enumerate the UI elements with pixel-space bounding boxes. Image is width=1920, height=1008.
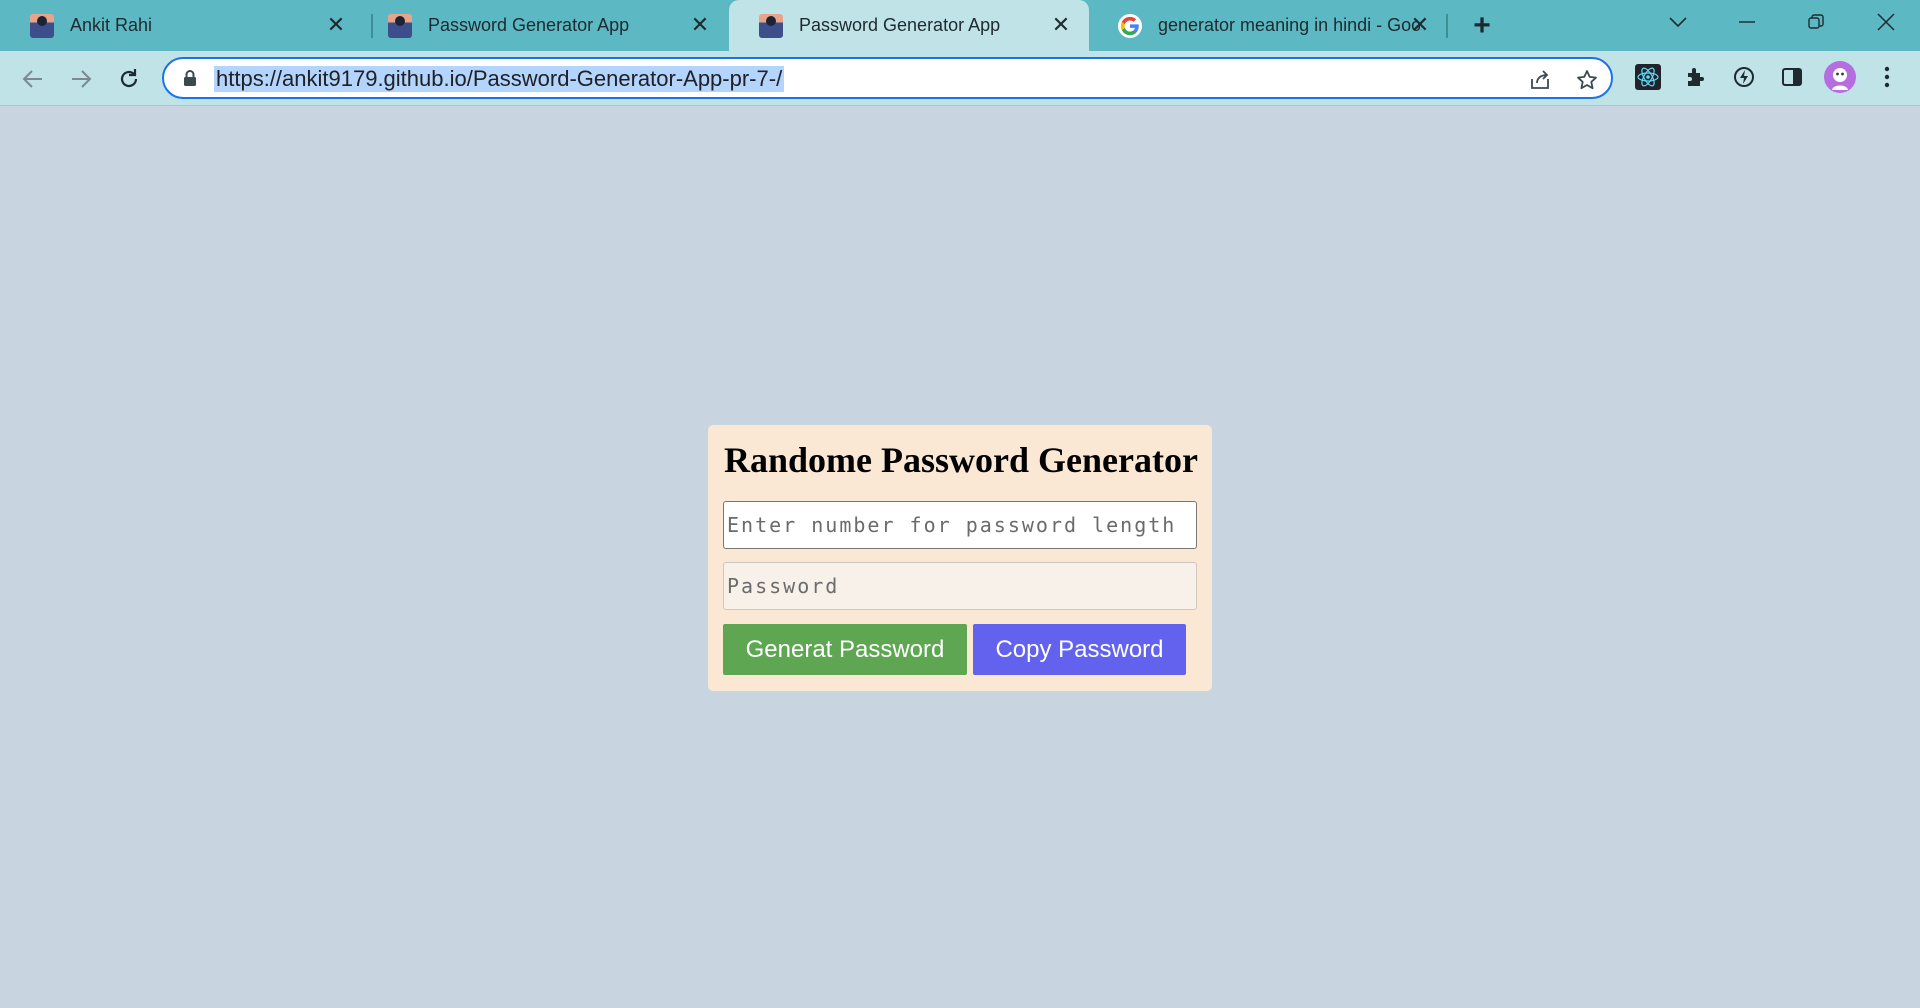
share-icon[interactable] [1527, 67, 1553, 93]
performance-icon[interactable] [1729, 62, 1759, 92]
lock-icon[interactable] [182, 69, 200, 87]
close-tab-icon[interactable]: ✕ [688, 12, 712, 37]
password-output-field[interactable] [723, 562, 1197, 610]
password-generator-card: Randome Password Generator Generat Passw… [708, 425, 1212, 691]
profile-avatar[interactable] [1824, 61, 1856, 93]
tab-title: Password Generator App [428, 15, 630, 35]
generate-password-button[interactable]: Generat Password [723, 624, 967, 675]
chrome-menu-icon[interactable] [1872, 62, 1902, 92]
back-button[interactable] [16, 62, 50, 96]
restore-button[interactable] [1786, 0, 1846, 44]
tab-password-generator-1[interactable]: Password Generator App ✕ [358, 0, 728, 51]
close-tab-icon[interactable]: ✕ [1408, 12, 1432, 37]
google-icon [1118, 13, 1142, 38]
close-window-button[interactable] [1856, 0, 1916, 44]
tab-strip: Ankit Rahi ✕ Password Generator App ✕ Pa… [0, 0, 1920, 51]
new-tab-button[interactable]: + [1465, 9, 1499, 43]
react-devtools-icon[interactable] [1633, 62, 1663, 92]
close-tab-icon[interactable]: ✕ [324, 12, 348, 37]
address-bar[interactable]: https://ankit9179.github.io/Password-Gen… [162, 57, 1613, 99]
tab-search-chevron-icon[interactable] [1648, 0, 1708, 44]
tab-title: generator meaning in hindi - Goo [1158, 15, 1420, 35]
url-text[interactable]: https://ankit9179.github.io/Password-Gen… [214, 66, 785, 92]
profile-photo-icon [388, 13, 412, 38]
side-panel-icon[interactable] [1777, 62, 1807, 92]
minimize-button[interactable] [1717, 0, 1777, 44]
browser-toolbar: https://ankit9179.github.io/Password-Gen… [0, 51, 1920, 106]
close-tab-icon[interactable]: ✕ [1049, 12, 1073, 37]
extensions-puzzle-icon[interactable] [1681, 62, 1711, 92]
page-title: Randome Password Generator [724, 440, 1198, 480]
tab-google-search[interactable]: generator meaning in hindi - Goo ✕ [1088, 0, 1448, 51]
profile-photo-icon [759, 13, 783, 38]
tab-title: Password Generator App [799, 15, 1001, 35]
tab-title: Ankit Rahi [70, 15, 153, 35]
bookmark-star-icon[interactable] [1574, 67, 1600, 93]
tab-ankit-rahi[interactable]: Ankit Rahi ✕ [0, 0, 364, 51]
password-length-input[interactable] [723, 501, 1197, 549]
reload-button[interactable] [112, 62, 146, 96]
forward-button[interactable] [64, 62, 98, 96]
copy-password-button[interactable]: Copy Password [973, 624, 1186, 675]
profile-photo-icon [30, 13, 54, 38]
tab-divider [1446, 14, 1448, 38]
tab-password-generator-active[interactable]: Password Generator App ✕ [729, 0, 1089, 51]
